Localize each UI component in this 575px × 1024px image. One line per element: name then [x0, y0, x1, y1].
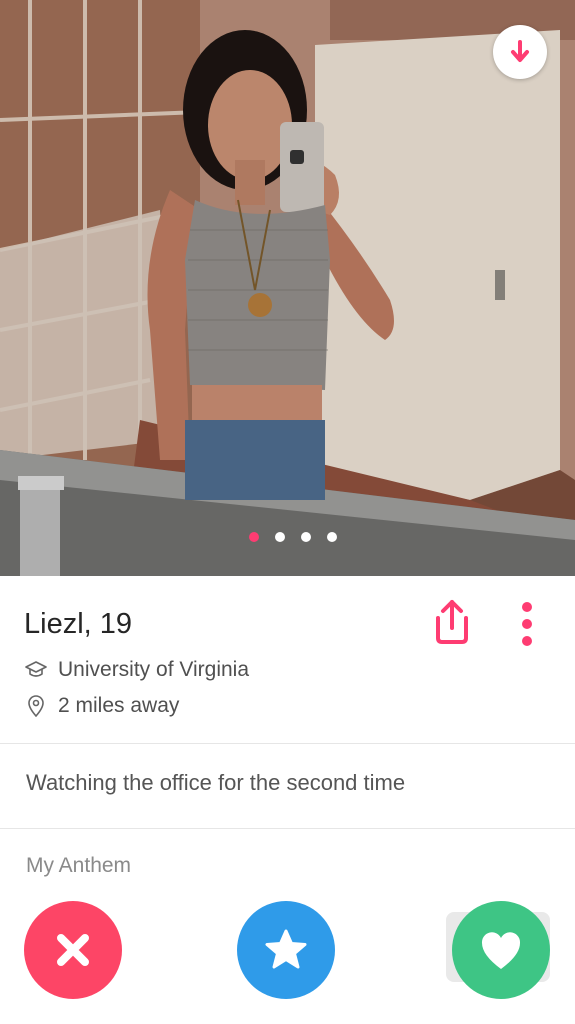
photo-dot-active[interactable]	[248, 532, 259, 542]
profile-name-age: Liezl, 19	[24, 608, 132, 641]
more-options-button[interactable]	[516, 598, 538, 650]
star-icon	[265, 929, 307, 969]
profile-name: Liezl	[24, 608, 84, 640]
heart-icon	[481, 932, 521, 969]
nope-button[interactable]	[24, 901, 122, 999]
profile-age: 19	[99, 608, 133, 640]
collapse-profile-button[interactable]	[493, 25, 547, 79]
close-icon	[57, 934, 89, 966]
profile-bio: Watching the office for the second time	[26, 770, 406, 795]
share-button[interactable]	[430, 598, 474, 646]
location-pin-icon	[24, 694, 48, 718]
divider	[0, 743, 575, 744]
photo-illustration	[0, 0, 575, 576]
photo-dot[interactable]	[300, 532, 311, 542]
share-icon	[436, 600, 468, 644]
super-like-button[interactable]	[237, 901, 335, 999]
more-dot	[522, 636, 532, 646]
profile-photo[interactable]	[0, 0, 575, 576]
like-button[interactable]	[452, 901, 550, 999]
distance-row: 2 miles away	[24, 694, 179, 718]
more-dot	[522, 619, 532, 629]
arrow-down-icon	[511, 40, 529, 62]
name-age-separator: ,	[83, 608, 100, 640]
school-text: University of Virginia	[58, 658, 250, 681]
graduation-cap-icon	[24, 658, 48, 682]
school-row: University of Virginia	[24, 658, 249, 682]
photo-dot[interactable]	[326, 532, 337, 542]
anthem-heading: My Anthem	[26, 854, 132, 877]
more-vertical-icon	[522, 602, 532, 612]
divider	[0, 828, 575, 829]
photo-pager	[0, 532, 575, 542]
photo-dot[interactable]	[274, 532, 285, 542]
distance-text: 2 miles away	[58, 694, 180, 717]
